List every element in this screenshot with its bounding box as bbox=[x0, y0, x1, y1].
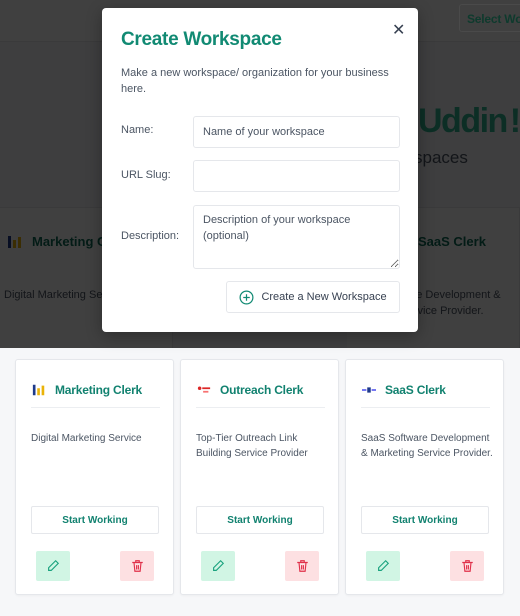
workspace-card: Outreach Clerk Top-Tier Outreach Link Bu… bbox=[180, 359, 339, 595]
welcome-heading: Uddin ! bbox=[418, 102, 520, 140]
url-slug-label: URL Slug: bbox=[121, 169, 171, 181]
marketing-clerk-logo bbox=[32, 384, 45, 395]
create-workspace-label: Create a New Workspace bbox=[261, 291, 387, 303]
trash-icon bbox=[296, 560, 308, 572]
edit-button[interactable] bbox=[201, 551, 235, 581]
trash-icon bbox=[461, 560, 473, 572]
card-title: SaaS Clerk bbox=[385, 382, 446, 397]
name-label: Name: bbox=[121, 124, 154, 136]
card-title: Marketing Clerk bbox=[55, 382, 143, 397]
start-working-button[interactable]: Start Working bbox=[361, 506, 489, 534]
name-input[interactable] bbox=[193, 116, 400, 148]
card-description: Top-Tier Outreach Link Building Service … bbox=[196, 433, 308, 459]
modal-subtitle: Make a new workspace/ organization for y… bbox=[121, 67, 389, 95]
trash-icon bbox=[131, 560, 143, 572]
workspace-card: Marketing Clerk Digital Marketing Servic… bbox=[15, 359, 174, 595]
card-description: Digital Marketing Service bbox=[31, 433, 142, 444]
create-workspace-modal: ✕ Create Workspace Make a new workspace/… bbox=[102, 8, 418, 332]
delete-button[interactable] bbox=[120, 551, 154, 581]
workspace-card: SaaS Clerk SaaS Software Development & M… bbox=[345, 359, 504, 595]
workspace-cards: Marketing Clerk Digital Marketing Servic… bbox=[15, 359, 504, 595]
delete-button[interactable] bbox=[450, 551, 484, 581]
description-textarea[interactable] bbox=[193, 205, 400, 269]
plus-circle-icon bbox=[239, 290, 254, 304]
edit-button[interactable] bbox=[36, 551, 70, 581]
select-workspace-button[interactable]: Select Wo bbox=[459, 4, 520, 32]
create-workspace-button[interactable]: Create a New Workspace bbox=[226, 281, 400, 313]
pencil-icon bbox=[378, 559, 390, 571]
close-icon[interactable]: ✕ bbox=[392, 20, 405, 40]
delete-button[interactable] bbox=[285, 551, 319, 581]
saas-clerk-logo bbox=[362, 386, 376, 393]
card-title: Outreach Clerk bbox=[220, 382, 304, 397]
pencil-icon bbox=[213, 559, 225, 571]
card-description: SaaS Software Development & Marketing Se… bbox=[361, 433, 493, 459]
modal-title: Create Workspace bbox=[121, 29, 282, 50]
description-label: Description: bbox=[121, 230, 180, 242]
url-slug-input[interactable] bbox=[193, 160, 400, 192]
start-working-button[interactable]: Start Working bbox=[196, 506, 324, 534]
start-working-button[interactable]: Start Working bbox=[31, 506, 159, 534]
pencil-icon bbox=[48, 559, 60, 571]
edit-button[interactable] bbox=[366, 551, 400, 581]
outreach-clerk-logo bbox=[197, 386, 211, 393]
